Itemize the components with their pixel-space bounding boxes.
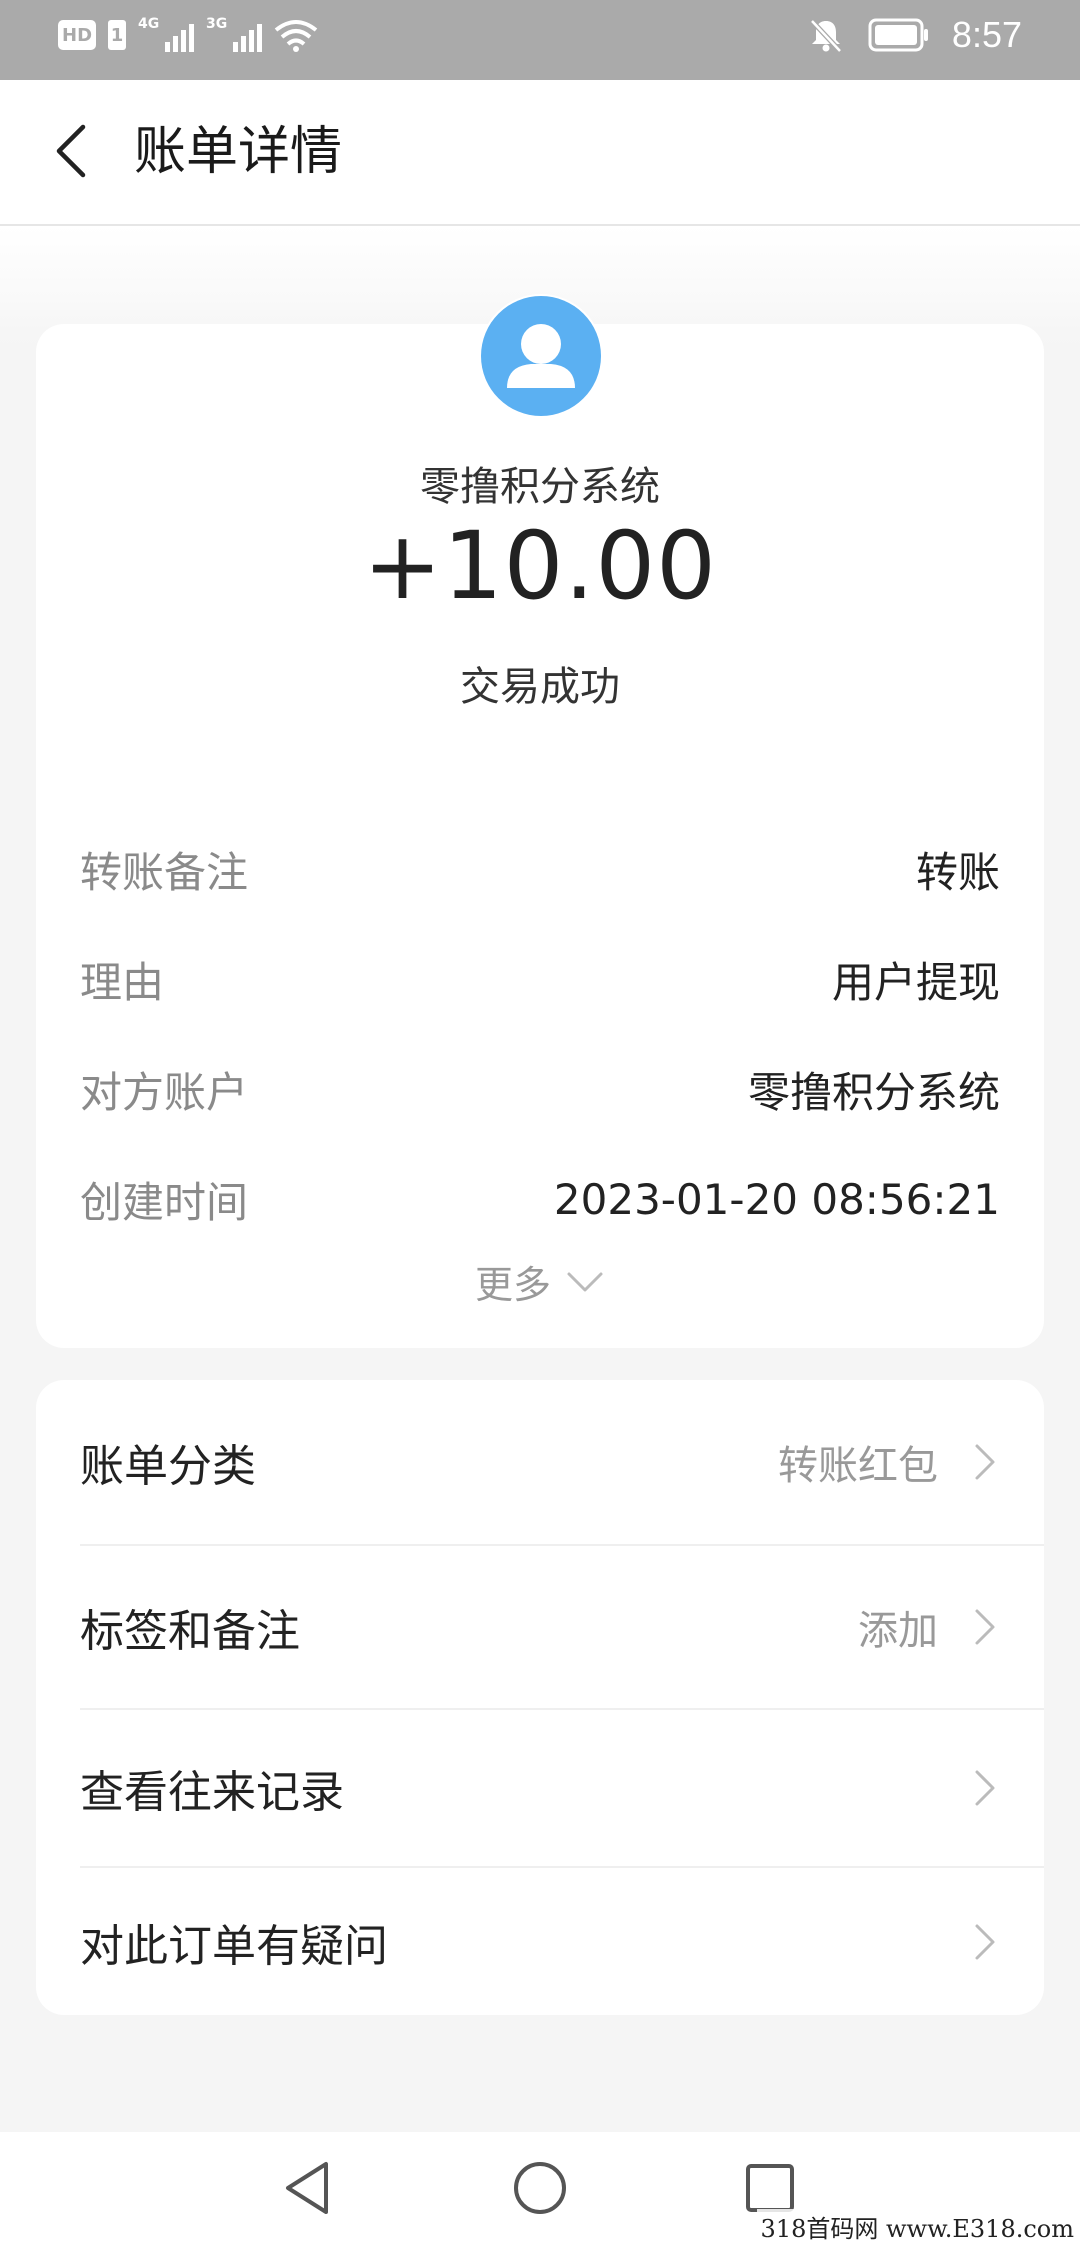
signal-3g-icon: 3G (206, 16, 263, 52)
chevron-down-icon (567, 1272, 603, 1291)
triangle-back-icon (286, 2162, 328, 2214)
nav-home-button[interactable] (504, 2152, 576, 2224)
signal-4g-icon: 4G (138, 16, 195, 52)
list-item-label: 账单分类 (80, 1441, 256, 1492)
person-icon (507, 324, 575, 388)
detail-label: 理由 (80, 957, 165, 1007)
network-type-label: 3G (206, 16, 228, 32)
detail-value: 转账 (915, 847, 1000, 897)
list-item-label: 标签和备注 (80, 1606, 300, 1657)
avatar-circle (481, 296, 601, 416)
avatar (479, 294, 603, 418)
system-nav-bar: 318首码网 www.E318.com (0, 2132, 1080, 2244)
detail-value: 2023-01-20 08:56:21 (553, 1174, 1000, 1224)
sim-slot-number: 1 (108, 20, 127, 50)
hd-badge: HD (58, 20, 97, 50)
wifi-icon (274, 20, 318, 52)
detail-label: 转账备注 (80, 847, 249, 897)
tags-notes-item[interactable]: 标签和备注 添加 (36, 1546, 1044, 1708)
chevron-right-icon (970, 1922, 1000, 1962)
battery-icon (868, 18, 928, 52)
chevron-right-icon (970, 1442, 1000, 1482)
transaction-card: 零撸积分系统 +10.00 交易成功 转账备注 转账 理由 用户提现 对方账户 … (36, 294, 1044, 1348)
detail-row-created-time: 创建时间 2023-01-20 08:56:21 (80, 1144, 1000, 1254)
status-right: 8:57 (806, 14, 1022, 56)
detail-value: 用户提现 (831, 957, 1000, 1007)
list-item-label: 查看往来记录 (80, 1767, 344, 1818)
detail-rows: 转账备注 转账 理由 用户提现 对方账户 零撸积分系统 创建时间 2023-01… (80, 814, 1000, 1254)
action-list-card: 账单分类 转账红包 标签和备注 添加 查看往来记录 对此订单有疑问 (36, 1380, 1044, 2015)
circle-home-icon (514, 2162, 566, 2214)
list-item-label: 对此订单有疑问 (80, 1920, 388, 1972)
app-header: 账单详情 (0, 80, 1080, 226)
detail-row-counterparty: 对方账户 零撸积分系统 (80, 1034, 1000, 1144)
detail-row-reason: 理由 用户提现 (80, 924, 1000, 1034)
square-recents-icon (746, 2164, 794, 2212)
transaction-amount: +10.00 (363, 512, 717, 621)
bill-category-item[interactable]: 账单分类 转账红包 (36, 1380, 1044, 1544)
view-history-item[interactable]: 查看往来记录 (36, 1710, 1044, 1866)
detail-value: 零撸积分系统 (747, 1067, 1000, 1117)
transaction-status: 交易成功 (460, 664, 620, 710)
more-label: 更多 (474, 1263, 551, 1307)
merchant-name: 零撸积分系统 (420, 464, 660, 510)
mute-bell-icon (810, 19, 842, 53)
network-type-label: 4G (138, 16, 160, 32)
more-toggle[interactable]: 更多 (36, 1254, 1044, 1309)
list-item-value: 添加 (858, 1608, 938, 1654)
clock: 8:57 (951, 14, 1022, 55)
order-question-item[interactable]: 对此订单有疑问 (36, 1868, 1044, 2015)
page-title: 账单详情 (134, 122, 343, 182)
detail-row-remark: 转账备注 转账 (80, 814, 1000, 924)
detail-label: 对方账户 (80, 1067, 249, 1117)
list-item-value: 转账红包 (778, 1443, 938, 1489)
back-button[interactable] (34, 114, 108, 188)
status-left: HD 1 4G 3G (58, 16, 318, 52)
watermark: 318首码网 www.E318.com (756, 2209, 1078, 2244)
chevron-right-icon (970, 1768, 1000, 1808)
nav-back-button[interactable] (272, 2152, 344, 2224)
chevron-right-icon (970, 1607, 1000, 1647)
chevron-left-icon (56, 124, 86, 178)
detail-label: 创建时间 (80, 1177, 249, 1227)
status-bar: HD 1 4G 3G 8:57 (0, 0, 1080, 80)
